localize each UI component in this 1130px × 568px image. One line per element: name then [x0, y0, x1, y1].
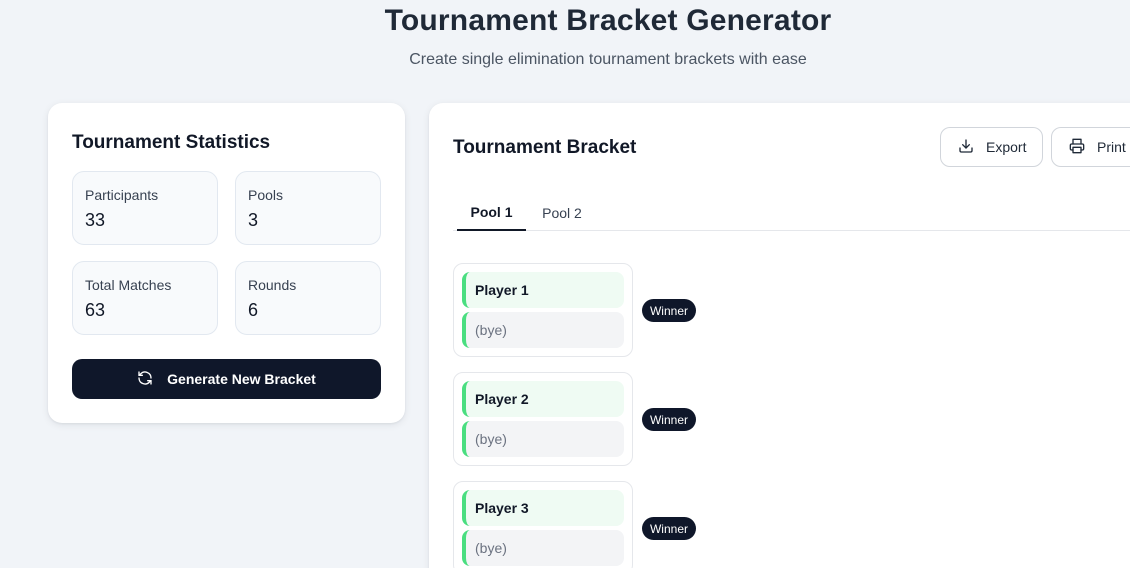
print-button[interactable]: Print — [1051, 127, 1130, 167]
player-slot-bye: (bye) — [462, 530, 624, 566]
player-slot-winner[interactable]: Player 2 — [462, 381, 624, 417]
tournament-statistics-card: Tournament Statistics Participants 33 Po… — [48, 103, 405, 423]
winner-badge: Winner — [642, 408, 696, 431]
total-matches-stat: Total Matches 63 — [72, 261, 218, 335]
statistics-title: Tournament Statistics — [72, 132, 271, 153]
match-card: Player 1 (bye) — [453, 263, 633, 357]
player-slot-winner[interactable]: Player 3 — [462, 490, 624, 526]
stat-value: 6 — [248, 300, 259, 320]
tab-pool-1[interactable]: Pool 1 — [457, 195, 526, 231]
participants-stat: Participants 33 — [72, 171, 218, 245]
printer-icon — [1069, 138, 1085, 157]
winner-badge: Winner — [642, 299, 696, 322]
page-subtitle: Create single elimination tournament bra… — [409, 51, 807, 68]
match-card: Player 3 (bye) — [453, 481, 633, 568]
print-button-label: Print — [1097, 139, 1126, 155]
refresh-icon — [137, 370, 153, 389]
page: Tournament Bracket Generator Create sing… — [0, 0, 1130, 568]
pool-tabs: Pool 1 Pool 2 — [453, 195, 1130, 231]
rounds-stat: Rounds 6 — [235, 261, 381, 335]
player-slot-bye: (bye) — [462, 421, 624, 457]
player-slot-bye: (bye) — [462, 312, 624, 348]
tournament-bracket-panel: Tournament Bracket Export Print Pool 1 P… — [429, 103, 1130, 568]
tab-pool-2[interactable]: Pool 2 — [528, 195, 596, 231]
stat-value: 63 — [85, 300, 106, 320]
generate-button-label: Generate New Bracket — [167, 371, 316, 387]
player-slot-winner[interactable]: Player 1 — [462, 272, 624, 308]
stat-label: Rounds — [248, 277, 297, 293]
pools-stat: Pools 3 — [235, 171, 381, 245]
stat-label: Total Matches — [85, 277, 172, 293]
match-card: Player 2 (bye) — [453, 372, 633, 466]
page-title: Tournament Bracket Generator — [384, 4, 832, 37]
generate-new-bracket-button[interactable]: Generate New Bracket — [72, 359, 381, 399]
stat-label: Participants — [85, 187, 159, 203]
download-icon — [958, 138, 974, 157]
export-button[interactable]: Export — [940, 127, 1043, 167]
winner-badge: Winner — [642, 517, 696, 540]
stat-value: 3 — [248, 210, 259, 230]
stat-label: Pools — [248, 187, 284, 203]
export-button-label: Export — [986, 139, 1027, 155]
stat-value: 33 — [85, 210, 106, 230]
bracket-title: Tournament Bracket — [453, 137, 637, 158]
